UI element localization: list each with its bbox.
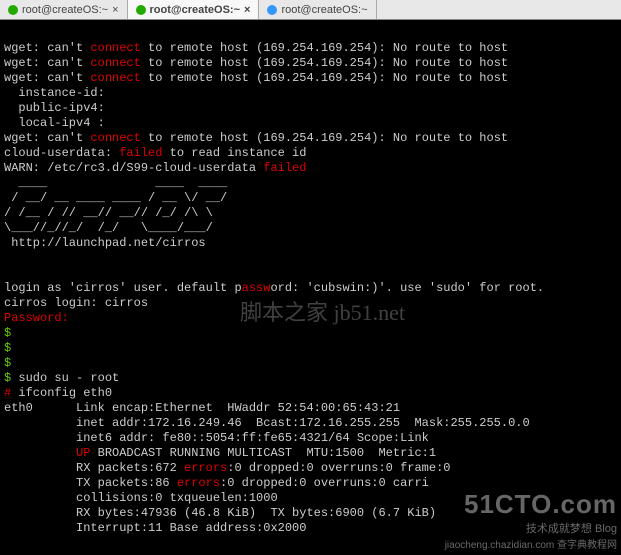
kw-errors: errors [184, 461, 227, 475]
watermark-sub: 技术成就梦想 Blog [445, 520, 617, 536]
cmd: sudo su - root [11, 371, 119, 385]
close-icon[interactable]: × [112, 4, 118, 16]
tab-label: root@createOS:~ [150, 4, 241, 16]
check-icon [136, 5, 146, 15]
tab-bar: root@createOS:~× root@createOS:~× root@c… [0, 0, 621, 20]
line: wget: can't [4, 41, 90, 55]
check-icon [8, 5, 18, 15]
ifconfig-line: Interrupt:11 Base address:0x2000 [4, 521, 306, 535]
tab-label: root@createOS:~ [281, 4, 367, 16]
line: wget: can't [4, 131, 90, 145]
ifconfig-line: eth0 Link encap:Ethernet HWaddr 52:54:00… [4, 401, 400, 415]
ifconfig-line: RX packets:672 [4, 461, 184, 475]
kw-failed: failed [119, 146, 162, 160]
kw-connect: connect [90, 56, 140, 70]
line: wget: can't [4, 56, 90, 70]
kw-connect: connect [90, 71, 140, 85]
ifconfig-line: collisions:0 txqueuelen:1000 [4, 491, 278, 505]
line: WARN: /etc/rc3.d/S99-cloud-userdata [4, 161, 263, 175]
cirros-url: http://launchpad.net/cirros [4, 236, 206, 250]
ascii-art: / __/ __ ____ ____ / __ \/ __/ [4, 191, 227, 205]
ifconfig-line: RX bytes:47936 (46.8 KiB) TX bytes:6900 … [4, 506, 436, 520]
kw-connect: connect [90, 41, 140, 55]
ascii-art: ____ ____ ____ [4, 176, 227, 190]
login-hint: ord: 'cubswin:)'. use 'sudo' for root. [270, 281, 544, 295]
line: to remote host (169.254.169.254): No rou… [141, 41, 508, 55]
line: to remote host (169.254.169.254): No rou… [141, 131, 508, 145]
watermark-center: 脚本之家 jb51.net [240, 295, 405, 327]
line: to remote host (169.254.169.254): No rou… [141, 71, 508, 85]
ifconfig-line: inet6 addr: fe80::5054:ff:fe65:4321/64 S… [4, 431, 429, 445]
line: local-ipv4 : [4, 116, 105, 130]
ifconfig-line: BROADCAST RUNNING MULTICAST MTU:1500 Met… [90, 446, 436, 460]
watermark-brand: 51CTO.com [445, 489, 617, 520]
kw-pass: assw [242, 281, 271, 295]
ifconfig-line [4, 446, 76, 460]
line: public-ipv4: [4, 101, 105, 115]
tab-0[interactable]: root@createOS:~ × [0, 0, 128, 19]
login-hint: login as 'cirros' user. default p [4, 281, 242, 295]
ascii-art: \___//_//_/ /_/ \____/___/ [4, 221, 220, 235]
tab-2[interactable]: root@createOS:~ [259, 0, 376, 19]
line: to read instance id [162, 146, 306, 160]
ascii-art: / /__ / // __// __// /_/ /\ \ [4, 206, 220, 220]
kw-connect: connect [90, 131, 140, 145]
line: instance-id: [4, 86, 105, 100]
kw-failed: failed [263, 161, 306, 175]
cmd: ifconfig eth0 [11, 386, 112, 400]
line: wget: can't [4, 71, 90, 85]
close-icon[interactable]: × [244, 4, 250, 16]
kw-up: UP [76, 446, 90, 460]
tab-label: root@createOS:~ [22, 4, 108, 16]
info-icon [267, 5, 277, 15]
ifconfig-line: TX packets:86 [4, 476, 177, 490]
ifconfig-line: :0 dropped:0 overruns:0 carri [220, 476, 429, 490]
line: cloud-userdata: [4, 146, 119, 160]
kw-errors: errors [177, 476, 220, 490]
ifconfig-line: inet addr:172.16.249.46 Bcast:172.16.255… [4, 416, 530, 430]
line: to remote host (169.254.169.254): No rou… [141, 56, 508, 70]
login-prompt: cirros login: cirros [4, 296, 148, 310]
watermark-url: jiaocheng.chazidian.com 查字典教程网 [445, 536, 617, 551]
prompt: $ [4, 356, 11, 370]
tab-1[interactable]: root@createOS:~× [128, 0, 260, 19]
prompt: $ [4, 326, 11, 340]
prompt: $ [4, 341, 11, 355]
ifconfig-line: :0 dropped:0 overruns:0 frame:0 [227, 461, 450, 475]
password-label: Password: [4, 311, 69, 325]
watermark-corner: 51CTO.com 技术成就梦想 Blog jiaocheng.chazidia… [445, 489, 617, 551]
terminal-output[interactable]: wget: can't connect to remote host (169.… [0, 20, 621, 542]
